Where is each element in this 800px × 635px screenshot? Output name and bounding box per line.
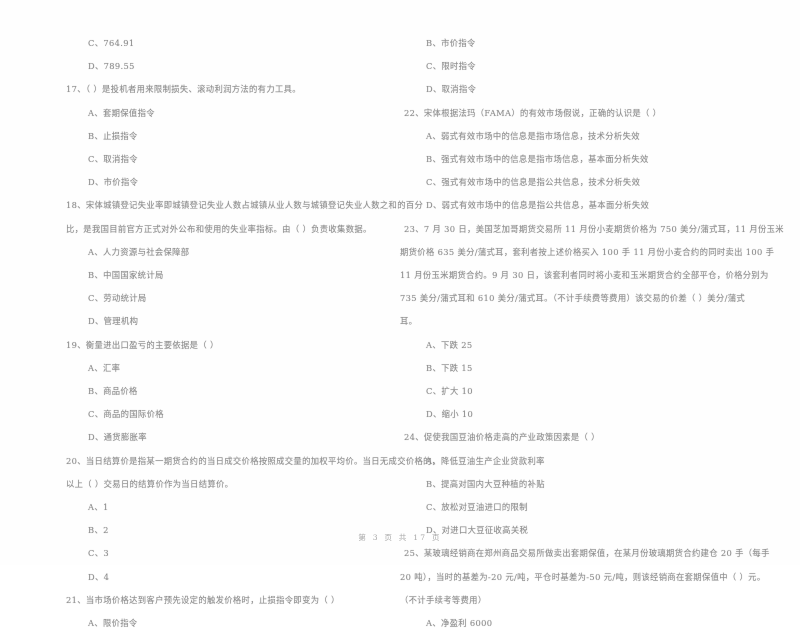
left-option-line: D、市价指令 — [88, 177, 139, 188]
left-option-line: B、中国国家统计局 — [88, 270, 164, 281]
left-option-line: A、套期保值指令 — [88, 107, 155, 118]
left-option-line: C、取消指令 — [88, 154, 138, 165]
left-option-line: A、汇率 — [88, 362, 121, 373]
right-option-line: C、放松对豆油进口的限制 — [426, 502, 528, 513]
left-option-line: A、人力资源与社会保障部 — [88, 246, 190, 257]
left-option-line: C、劳动统计局 — [88, 293, 147, 304]
right-text-column: B、市价指令 C、限时指令 D、取消指令 22、宋体根据法玛（FAMA）的有效市场假说… — [400, 32, 784, 635]
left-question-line: 18、宋体城镇登记失业率即城镇登记失业人数占城镇从业人数与城镇登记失业人数之和的… — [66, 200, 424, 211]
right-continuation-line: 20 吨），当时的基差为-20 元/吨，平仓时基差为-50 元/吨，则该经销商在… — [400, 571, 766, 582]
left-option-line: B、商品价格 — [88, 386, 138, 397]
right-continuation-line: 耳。 — [400, 316, 418, 327]
right-option-line: B、提高对国内大豆种植的补贴 — [426, 478, 545, 489]
right-option-line: A、净盈利 6000 — [426, 618, 493, 629]
right-question-line: 23、7 月 30 日，美国芝加哥期货交易所 11 月份小麦期货价格为 750 … — [404, 223, 784, 234]
left-option-line: C、商品的国际价格 — [88, 409, 164, 420]
right-option-line: C、限时指令 — [426, 61, 476, 72]
right-option-line: B、市价指令 — [426, 38, 476, 48]
left-option-line: B、止损指令 — [88, 130, 138, 141]
right-option-line: A、下跌 25 — [426, 339, 473, 350]
right-option-line: A、降低豆油生产企业贷款利率 — [426, 455, 545, 466]
left-option-line: D、管理机构 — [88, 316, 139, 327]
right-question-line: 22、宋体根据法玛（FAMA）的有效市场假说，正确的认识是（ ） — [404, 107, 662, 118]
right-option-line: C、强式有效市场中的信息是指公共信息，技术分析失效 — [426, 177, 641, 188]
left-text-column: C、764.91 D、789.55 17、（ ）是投机者用来限制损失、滚动利润方法的… — [66, 32, 441, 635]
left-option-line: C、764.91 — [88, 38, 135, 48]
left-option-line: C、3 — [88, 548, 109, 559]
right-option-line: A、弱式有效市场中的信息是指市场信息，技术分析失效 — [426, 130, 640, 141]
left-continuation-line: 比，是我国目前官方正式对外公布和使用的失业率指标。由（ ）负责收集数据。 — [66, 223, 372, 234]
right-option-line: D、缩小 10 — [426, 409, 474, 420]
left-continuation-line: 以上（ ）交易日的结算价作为当日结算价。 — [66, 478, 234, 489]
left-option-line: A、1 — [88, 502, 109, 513]
right-continuation-line: 735 美分/蒲式耳和 610 美分/蒲式耳。（不计手续费等费用）该交易的价差（… — [400, 293, 746, 304]
left-option-line: D、4 — [88, 571, 110, 582]
right-option-line: B、下跌 15 — [426, 362, 473, 373]
scanned-page: C、764.91 D、789.55 17、（ ）是投机者用来限制损失、滚动利润方法的… — [0, 0, 800, 628]
right-option-line: D、弱式有效市场中的信息是指公共信息，基本面分析失效 — [426, 200, 650, 211]
right-option-line: D、取消指令 — [426, 84, 477, 95]
right-question-line: 25、某玻璃经销商在郑州商品交易所做卖出套期保值，在某月份玻璃期货合约建仓 20… — [404, 548, 770, 559]
left-question-line: 19、衡量进出口盈亏的主要依据是（ ） — [66, 339, 219, 350]
right-option-line: C、扩大 10 — [426, 386, 473, 397]
right-continuation-line: （不计手续考等费用） — [400, 594, 487, 605]
left-option-line: A、限价指令 — [88, 618, 138, 629]
left-question-line: 17、（ ）是投机者用来限制损失、滚动利润方法的有力工具。 — [66, 84, 301, 95]
right-continuation-line: 11 月份玉米期货合约。9 月 30 日，该套利者同时将小麦和玉米期货合约全部平… — [400, 270, 769, 281]
right-continuation-line: 期货价格 635 美分/蒲式耳，套利者按上述价格买入 100 手 11 月份小麦… — [400, 246, 775, 257]
left-question-line: 20、当日结算价是指某一期货合约的当日成交价格按照成交量的加权平均价。当日无成交… — [66, 455, 441, 466]
page-footer: 第 3 页 共 17 页 — [358, 533, 442, 542]
left-option-line: D、789.55 — [88, 61, 135, 72]
left-question-line: 21、当市场价格达到客户预先设定的触发价格时，止损指令即变为（ ） — [66, 594, 340, 605]
left-option-line: D、通货膨胀率 — [88, 432, 147, 443]
right-question-line: 24、促使我国豆油价格走高的产业政策因素是（ ） — [404, 432, 600, 443]
right-option-line: B、强式有效市场中的信息是指市场信息，基本面分析失效 — [426, 154, 649, 165]
